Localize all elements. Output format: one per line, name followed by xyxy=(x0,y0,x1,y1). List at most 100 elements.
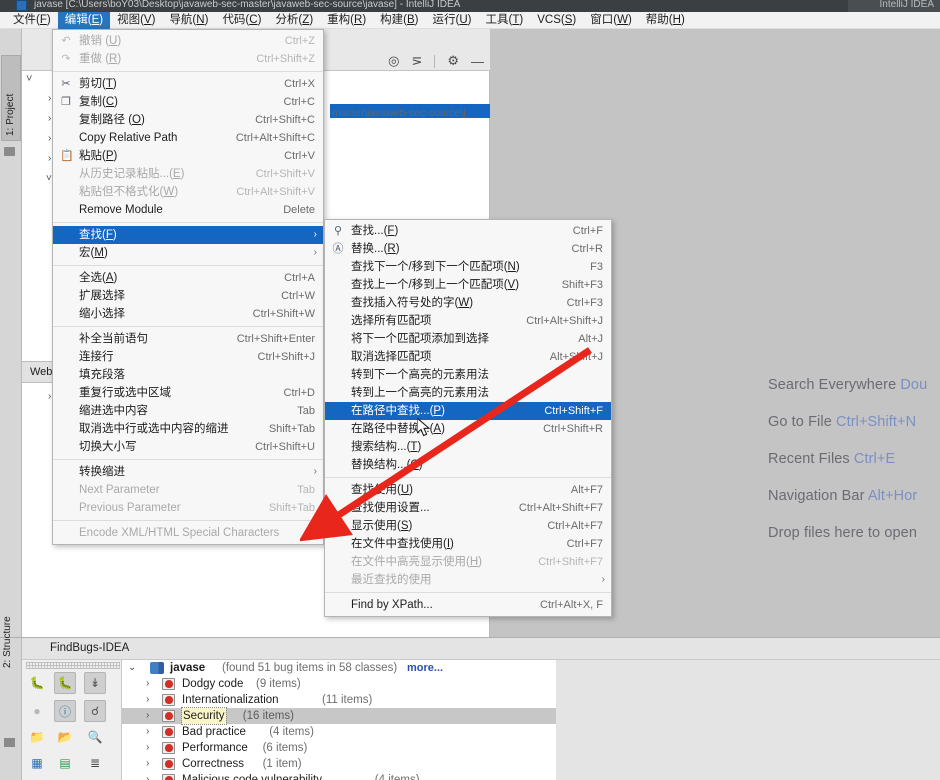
project-toolbar[interactable]: ◎ ⋝ ⚙ — xyxy=(388,53,484,69)
menu-indent-selection[interactable]: 缩进选中内容 Tab xyxy=(53,402,323,420)
analyze-icon[interactable]: 🐛 xyxy=(26,672,48,694)
submenu-find-word-at-caret[interactable]: 查找插入符号处的字(W) Ctrl+F3 xyxy=(325,294,611,312)
more-link[interactable]: more... xyxy=(407,660,443,676)
project-root-chevron[interactable]: ˅ xyxy=(26,73,32,85)
menubar-vcs[interactable]: VCS(S) xyxy=(530,12,583,29)
submenu-find-by-xpath[interactable]: Find by XPath... Ctrl+Alt+X, F xyxy=(325,596,611,614)
menubar-code[interactable]: 代码(C) xyxy=(215,12,268,29)
menu-join-lines[interactable]: 连接行 Ctrl+Shift+J xyxy=(53,348,323,366)
chart-icon[interactable]: ▤ xyxy=(54,752,76,774)
tool-tab-project[interactable]: 1: Project xyxy=(1,55,21,141)
menu-toggle-case[interactable]: 切换大小写 Ctrl+Shift+U xyxy=(53,438,323,456)
toolbar-grip[interactable] xyxy=(26,662,120,669)
hint-search-everywhere: Search Everywhere Dou xyxy=(768,377,940,393)
submenu-find-usages-in-file[interactable]: 在文件中查找使用(I) Ctrl+F7 xyxy=(325,535,611,553)
chevron-right-icon[interactable]: › xyxy=(146,724,149,740)
chevron-right-icon[interactable]: › xyxy=(146,772,149,780)
chevron-right-icon[interactable]: › xyxy=(146,756,149,772)
menu-complete-statement[interactable]: 补全当前语句 Ctrl+Shift+Enter xyxy=(53,330,323,348)
cloud-icon[interactable]: ● xyxy=(26,700,48,722)
menu-paste[interactable]: 📋 粘贴(P) Ctrl+V xyxy=(53,147,323,165)
menubar-file[interactable]: 文件(F) xyxy=(6,12,58,29)
menubar-analyze[interactable]: 分析(Z) xyxy=(268,12,320,29)
submenu-add-selection-next-occurrence[interactable]: 将下一个匹配项添加到选择 Alt+J xyxy=(325,330,611,348)
tree-arrow-4[interactable]: › xyxy=(48,153,51,164)
folder-icon[interactable]: 📁 xyxy=(26,726,48,748)
menu-duplicate-line[interactable]: 重复行或选中区域 Ctrl+D xyxy=(53,384,323,402)
tree-arrow-2[interactable]: › xyxy=(48,113,51,124)
submenu-find-in-path[interactable]: 在路径中查找...(P) Ctrl+Shift+F xyxy=(325,402,611,420)
submenu-find-usages[interactable]: 查找使用(U) Alt+F7 xyxy=(325,481,611,499)
submenu-replace-in-path[interactable]: 在路径中替换...(A) Ctrl+Shift+R xyxy=(325,420,611,438)
locate-icon[interactable]: ◎ xyxy=(388,53,399,69)
submenu-find-next[interactable]: 查找下一个/移到下一个匹配项(N) F3 xyxy=(325,258,611,276)
menubar-view[interactable]: 视图(V) xyxy=(110,12,162,29)
menu-fill-paragraph[interactable]: 填充段落 xyxy=(53,366,323,384)
submenu-recent-find-usages: 最近查找的使用 › xyxy=(325,571,611,589)
menu-copy-relative-path[interactable]: Copy Relative Path Ctrl+Alt+Shift+C xyxy=(53,129,323,147)
chevron-down-icon[interactable]: ⌄ xyxy=(128,660,136,676)
collapse-all-icon[interactable]: ⋝ xyxy=(411,53,422,69)
findbugs-toolbar[interactable]: 🐛 🐛 ↡ ● ⓘ ☌ 📁 📂 🔍 ▦ ▤ ≣ ▶ xyxy=(22,660,122,780)
menu-bar[interactable]: 文件(F) 编辑(E) 视图(V) 导航(N) 代码(C) 分析(Z) 重构(R) 构建(B)… xyxy=(0,11,940,29)
menubar-help[interactable]: 帮助(H) xyxy=(639,12,692,29)
menu-convert-indents[interactable]: 转换缩进 › xyxy=(53,463,323,481)
edit-menu[interactable]: ↶ 撤销 (U) Ctrl+Z ↷ 重做 (R) Ctrl+Shift+Z ✂ 剪切(T) Ct… xyxy=(52,29,324,545)
chevron-right-icon[interactable]: › xyxy=(146,676,149,692)
submenu-show-usages[interactable]: 显示使用(S) Ctrl+Alt+F7 xyxy=(325,517,611,535)
menu-paste-from-history: 从历史记录粘贴...(E) Ctrl+Shift+V xyxy=(53,165,323,183)
preview-icon[interactable]: ☌ xyxy=(84,700,106,722)
menubar-refactor[interactable]: 重构(R) xyxy=(320,12,373,29)
submenu-replace-structurally[interactable]: 替换结构...(C) xyxy=(325,456,611,474)
search-icon[interactable]: 🔍 xyxy=(84,726,106,748)
menu-macros[interactable]: 宏(M) › xyxy=(53,244,323,262)
submenu-find-previous[interactable]: 查找上一个/移到上一个匹配项(V) Shift+F3 xyxy=(325,276,611,294)
menu-copy-path[interactable]: 复制路径 (O) Ctrl+Shift+C xyxy=(53,111,323,129)
report-icon[interactable]: ▦ xyxy=(26,752,48,774)
menu-unindent-selection[interactable]: 取消选中行或选中内容的缩进 Shift+Tab xyxy=(53,420,323,438)
menubar-edit[interactable]: 编辑(E) xyxy=(57,11,111,29)
menubar-window[interactable]: 窗口(W) xyxy=(583,12,639,29)
menubar-run[interactable]: 运行(U) xyxy=(426,12,479,29)
run-icon[interactable]: ▶ xyxy=(26,776,48,780)
find-submenu[interactable]: ⚲ 查找...(F) Ctrl+F Ⓐ 替换...(R) Ctrl+R 查找下一个/移到下一… xyxy=(324,219,612,617)
menu-shrink-selection[interactable]: 缩小选择 Ctrl+Shift+W xyxy=(53,305,323,323)
export-icon[interactable]: ↡ xyxy=(84,672,106,694)
menubar-build[interactable]: 构建(B) xyxy=(373,12,425,29)
menu-item-label: Previous Parameter xyxy=(79,502,181,514)
menu-extend-selection[interactable]: 扩展选择 Ctrl+W xyxy=(53,287,323,305)
expand-all-icon[interactable]: ≣ xyxy=(84,752,106,774)
left-tool-strip[interactable]: 1: Project xyxy=(0,29,22,637)
menu-remove-module[interactable]: Remove Module Delete xyxy=(53,201,323,219)
info-icon[interactable]: ⓘ xyxy=(54,700,76,722)
submenu-next-highlighted-usage[interactable]: 转到下一个高亮的元素用法 xyxy=(325,366,611,384)
minimize-icon[interactable]: — xyxy=(471,54,484,69)
menu-item-shortcut: Alt+F7 xyxy=(570,484,603,496)
tree-arrow-5[interactable]: ˅ xyxy=(46,173,52,184)
chevron-right-icon[interactable]: › xyxy=(146,692,149,708)
bug-icon[interactable]: 🐛 xyxy=(54,672,76,694)
chevron-right-icon[interactable]: › xyxy=(146,708,149,724)
mnemonic: W xyxy=(617,13,628,26)
web-row-chevron-icon[interactable]: › xyxy=(48,391,51,402)
menu-cut[interactable]: ✂ 剪切(T) Ctrl+X xyxy=(53,75,323,93)
bottom-tool-strip[interactable]: 2: Structure xyxy=(0,616,22,780)
menubar-navigate[interactable]: 导航(N) xyxy=(162,12,215,29)
submenu-unselect-occurrence[interactable]: 取消选择匹配项 Alt+Shift+J xyxy=(325,348,611,366)
submenu-find-usages-settings[interactable]: 查找使用设置... Ctrl+Alt+Shift+F7 xyxy=(325,499,611,517)
submenu-replace[interactable]: Ⓐ 替换...(R) Ctrl+R xyxy=(325,240,611,258)
tree-arrow-1[interactable]: › xyxy=(48,93,51,104)
menubar-tools[interactable]: 工具(T) xyxy=(479,12,531,29)
chevron-right-icon[interactable]: › xyxy=(146,740,149,756)
submenu-search-structurally[interactable]: 搜索结构...(T) xyxy=(325,438,611,456)
menu-select-all[interactable]: 全选(A) Ctrl+A xyxy=(53,269,323,287)
submenu-previous-highlighted-usage[interactable]: 转到上一个高亮的元素用法 xyxy=(325,384,611,402)
tool-tab-structure[interactable]: 2: Structure xyxy=(2,616,13,668)
menu-find[interactable]: 查找(F) › xyxy=(53,226,323,244)
open-folder-icon[interactable]: 📂 xyxy=(54,726,76,748)
tree-arrow-3[interactable]: › xyxy=(48,133,51,144)
menu-copy[interactable]: ❐ 复制(C) Ctrl+C xyxy=(53,93,323,111)
gear-icon[interactable]: ⚙ xyxy=(447,53,459,69)
submenu-find[interactable]: ⚲ 查找...(F) Ctrl+F xyxy=(325,222,611,240)
submenu-select-all-occurrences[interactable]: 选择所有匹配项 Ctrl+Alt+Shift+J xyxy=(325,312,611,330)
